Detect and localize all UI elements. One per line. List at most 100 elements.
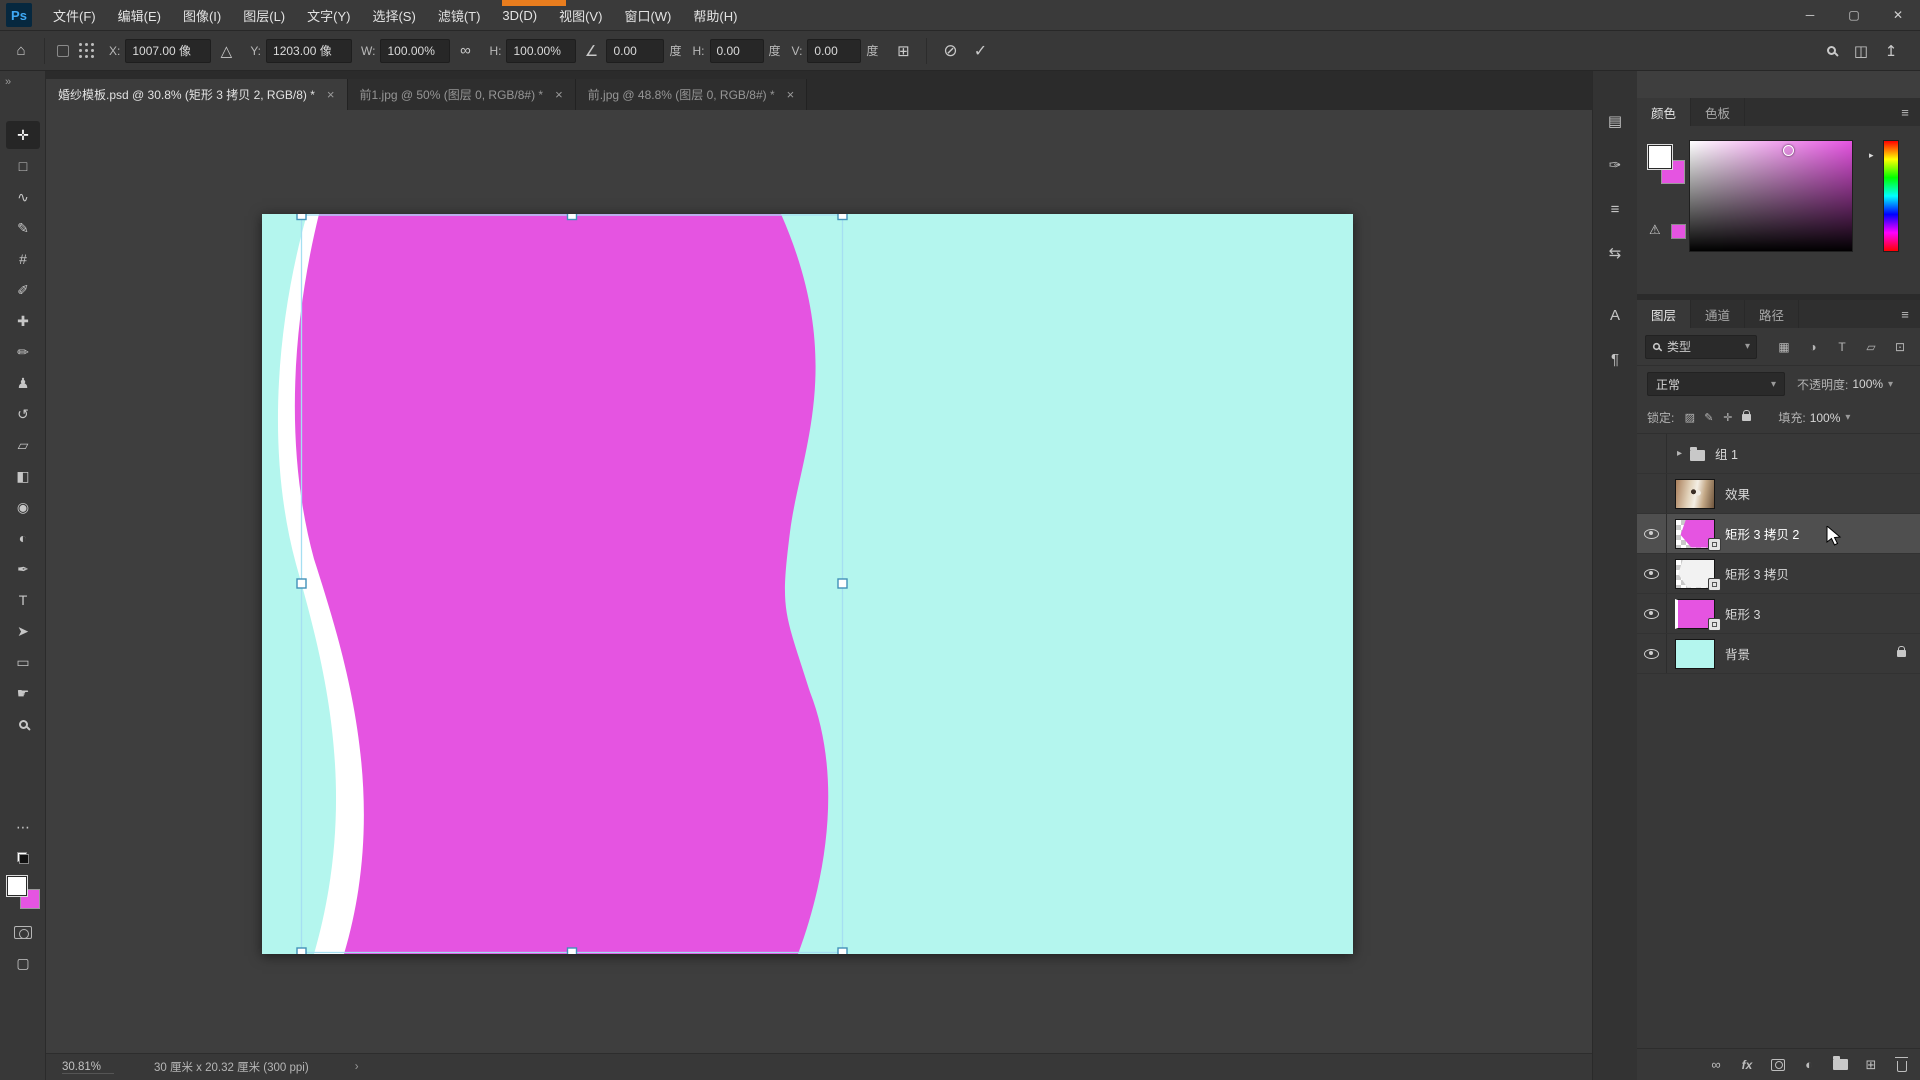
visibility-toggle[interactable]: [1637, 434, 1667, 473]
menu-help[interactable]: 帮助(H): [682, 0, 748, 31]
eyedropper-tool[interactable]: ✐: [6, 276, 40, 304]
panel-menu-icon[interactable]: ≡: [1890, 98, 1920, 126]
layer-row-rect3-copy[interactable]: 矩形 3 拷贝: [1637, 554, 1920, 594]
cancel-transform-icon[interactable]: ⊘: [937, 38, 963, 64]
close-icon[interactable]: ×: [327, 87, 335, 102]
pen-tool[interactable]: ✒: [6, 555, 40, 583]
menu-image[interactable]: 图像(I): [172, 0, 232, 31]
collapsed-panel-3-icon[interactable]: ≡: [1599, 193, 1631, 225]
lock-image-pixels-icon[interactable]: ✎: [1699, 409, 1718, 427]
relative-position-icon[interactable]: △: [213, 38, 239, 64]
interpolation-icon[interactable]: ⊞: [890, 38, 916, 64]
filter-smart-objects-icon[interactable]: ⊡: [1888, 336, 1912, 358]
width-input[interactable]: [387, 44, 443, 58]
layer-row-background[interactable]: 背景: [1637, 634, 1920, 674]
transform-handle[interactable]: [297, 579, 306, 588]
blend-mode-select[interactable]: 正常 ▾: [1647, 372, 1785, 396]
layer-row-rect3-copy2[interactable]: 矩形 3 拷贝 2: [1637, 514, 1920, 554]
adjustment-layer-icon[interactable]: ◐: [1801, 1057, 1817, 1072]
link-layers-icon[interactable]: ∞: [1708, 1057, 1724, 1072]
gradient-tool[interactable]: ◧: [6, 462, 40, 490]
restore-button[interactable]: ▢: [1832, 0, 1876, 31]
foreground-background-swatches[interactable]: [5, 874, 41, 910]
tab-channels[interactable]: 通道: [1691, 300, 1745, 328]
maintain-aspect-ratio-icon[interactable]: ∞: [452, 38, 478, 64]
spot-healing-brush-tool[interactable]: ✚: [6, 307, 40, 335]
layer-thumbnail[interactable]: [1675, 559, 1715, 589]
gamut-color-swatch[interactable]: [1671, 224, 1686, 239]
doc-tab-2[interactable]: 前1.jpg @ 50% (图层 0, RGB/8#) * ×: [348, 79, 576, 110]
type-tool[interactable]: T: [6, 586, 40, 614]
tab-color[interactable]: 颜色: [1637, 98, 1691, 126]
lock-transparent-pixels-icon[interactable]: ▨: [1680, 409, 1699, 427]
hue-slider[interactable]: [1883, 140, 1899, 252]
y-input[interactable]: [273, 44, 345, 58]
edit-toolbar-icon[interactable]: ⋯: [6, 813, 40, 841]
layer-row-rect3[interactable]: 矩形 3: [1637, 594, 1920, 634]
height-input[interactable]: [513, 44, 569, 58]
crop-tool[interactable]: #: [6, 245, 40, 273]
menu-window[interactable]: 窗口(W): [613, 0, 682, 31]
layer-filter-type-select[interactable]: 类型 ▾: [1645, 335, 1757, 359]
paragraph-panel-icon[interactable]: ¶: [1599, 343, 1631, 375]
collapsed-panel-1-icon[interactable]: ▤: [1599, 105, 1631, 137]
transform-handle[interactable]: [838, 579, 847, 588]
lock-all-icon[interactable]: [1737, 409, 1756, 427]
character-panel-icon[interactable]: A: [1599, 299, 1631, 331]
fill-select[interactable]: 100% ▾: [1806, 406, 1855, 430]
new-group-icon[interactable]: [1832, 1059, 1848, 1070]
menu-filter[interactable]: 滤镜(T): [427, 0, 492, 31]
eye-icon[interactable]: [1644, 569, 1659, 579]
canvas-workspace[interactable]: 30.81% 30 厘米 x 20.32 厘米 (300 ppi) ›: [46, 110, 1592, 1080]
close-button[interactable]: ✕: [1876, 0, 1920, 31]
foreground-color-swatch[interactable]: [6, 875, 28, 897]
layer-row-effect[interactable]: 效果: [1637, 474, 1920, 514]
toolbar-collapse-icon[interactable]: »: [5, 76, 11, 88]
transform-handle[interactable]: [297, 214, 306, 220]
filter-adjustment-layers-icon[interactable]: ◑: [1801, 336, 1825, 358]
transform-handle[interactable]: [838, 214, 847, 220]
color-panel-swatches[interactable]: [1647, 144, 1687, 186]
dodge-tool[interactable]: ◐: [6, 524, 40, 552]
layer-row-group-1[interactable]: ▸ 组 1: [1637, 434, 1920, 474]
close-icon[interactable]: ×: [787, 87, 795, 102]
brush-tool[interactable]: ✏: [6, 338, 40, 366]
layer-thumbnail[interactable]: [1675, 599, 1715, 629]
rectangular-marquee-tool[interactable]: □: [6, 152, 40, 180]
clone-stamp-tool[interactable]: ♟: [6, 369, 40, 397]
visibility-toggle[interactable]: [1637, 474, 1667, 513]
transform-handle[interactable]: [838, 948, 847, 954]
zoom-tool[interactable]: [6, 710, 40, 738]
panel-menu-icon[interactable]: ≡: [1890, 300, 1920, 328]
doc-tab-1[interactable]: 婚纱模板.psd @ 30.8% (矩形 3 拷贝 2, RGB/8) * ×: [46, 79, 348, 110]
workspace-switcher-icon[interactable]: ◫: [1848, 38, 1874, 64]
foreground-color-swatch[interactable]: [1647, 144, 1673, 170]
layer-thumbnail[interactable]: [1675, 639, 1715, 669]
filter-type-layers-icon[interactable]: T: [1830, 336, 1854, 358]
layer-thumbnail[interactable]: [1675, 519, 1715, 549]
reference-point-grid-icon[interactable]: [79, 43, 94, 58]
tab-layers[interactable]: 图层: [1637, 300, 1691, 328]
visibility-toggle[interactable]: [1637, 594, 1667, 633]
eye-icon[interactable]: [1644, 609, 1659, 619]
visibility-toggle[interactable]: [1637, 634, 1667, 673]
path-selection-tool[interactable]: ➤: [6, 617, 40, 645]
eye-icon[interactable]: [1644, 649, 1659, 659]
menu-select[interactable]: 选择(S): [361, 0, 426, 31]
visibility-toggle[interactable]: [1637, 514, 1667, 553]
tab-paths[interactable]: 路径: [1745, 300, 1799, 328]
history-brush-tool[interactable]: ↺: [6, 400, 40, 428]
menu-file[interactable]: 文件(F): [42, 0, 107, 31]
lasso-tool[interactable]: ∿: [6, 183, 40, 211]
menu-type[interactable]: 文字(Y): [296, 0, 361, 31]
move-tool[interactable]: ✛: [6, 121, 40, 149]
group-expand-caret[interactable]: ▸: [1677, 448, 1682, 459]
visibility-toggle[interactable]: [1637, 554, 1667, 593]
reference-point-checkbox[interactable]: [57, 45, 69, 57]
skew-v-input[interactable]: [814, 44, 854, 58]
status-options-chevron[interactable]: ›: [355, 1061, 359, 1073]
skew-h-input[interactable]: [717, 44, 757, 58]
color-picker-ring[interactable]: [1783, 145, 1794, 156]
doc-tab-3[interactable]: 前.jpg @ 48.8% (图层 0, RGB/8#) * ×: [576, 79, 808, 110]
gamut-warning-icon[interactable]: ⚠: [1649, 222, 1661, 238]
